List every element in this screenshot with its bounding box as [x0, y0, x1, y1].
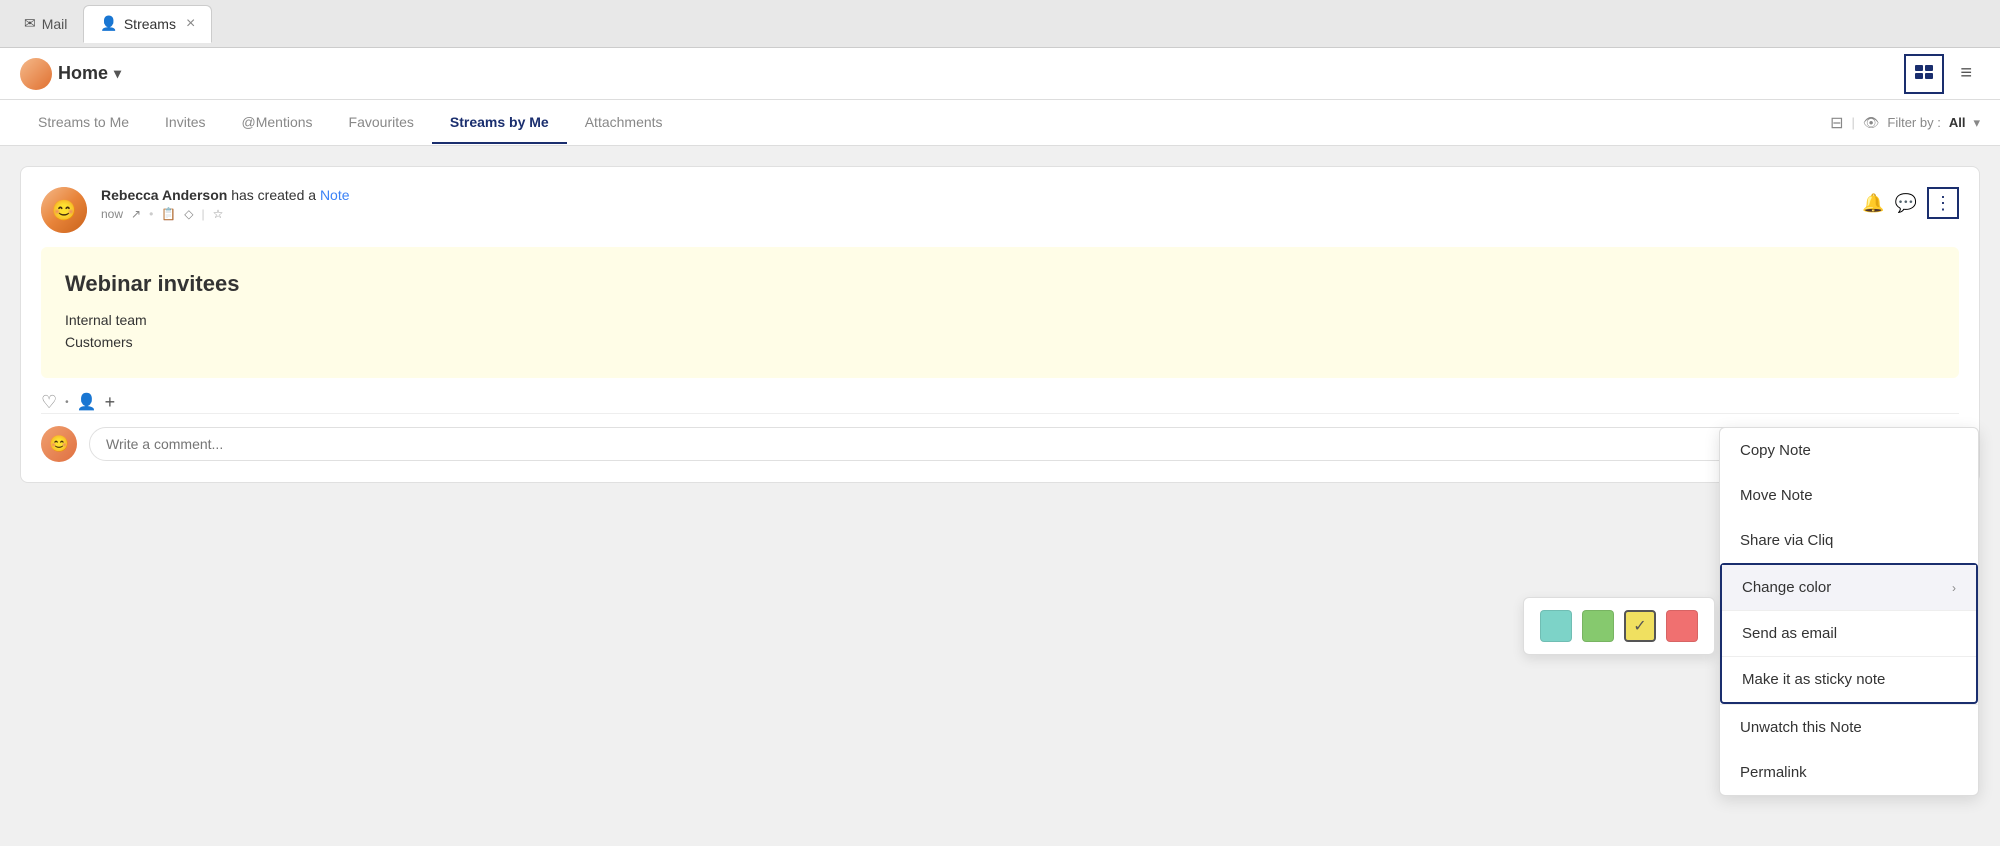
menu-item-permalink[interactable]: Permalink [1720, 750, 1978, 795]
note-body: Internal team Customers [65, 309, 1935, 354]
tab-streams-label: Streams [124, 16, 176, 32]
filter-icon[interactable]: ⊟ [1830, 113, 1843, 133]
menu-item-send-email[interactable]: Send as email [1722, 610, 1976, 656]
comment-input[interactable] [89, 427, 1959, 461]
tab-streams-to-me[interactable]: Streams to Me [20, 102, 147, 144]
menu-item-copy-note[interactable]: Copy Note [1720, 428, 1978, 473]
tab-mail-label: Mail [42, 16, 68, 32]
filter-label: Filter by : [1887, 115, 1940, 130]
time-label: now [101, 207, 123, 221]
filter-value[interactable]: All [1949, 115, 1966, 130]
checkmark-icon: ✓ [1633, 616, 1646, 636]
commenter-avatar: 😊 [41, 426, 77, 462]
color-swatch-yellow[interactable]: ✓ [1624, 610, 1656, 642]
color-picker-popup: ✓ [1523, 597, 1715, 655]
card-meta: now ↗ • 📋 ◇ | ☆ [101, 207, 1959, 221]
color-swatch-teal[interactable] [1540, 610, 1572, 642]
hamburger-menu-button[interactable]: ≡ [1952, 58, 1980, 89]
copy-note-label: Copy Note [1740, 442, 1811, 459]
avatar-image: 😊 [41, 187, 87, 233]
menu-item-change-color[interactable]: Change color › [1722, 565, 1976, 610]
highlighted-menu-section: Change color › Send as email Make it as … [1720, 563, 1978, 704]
menu-item-make-sticky[interactable]: Make it as sticky note [1722, 656, 1976, 702]
share-cliq-label: Share via Cliq [1740, 532, 1833, 549]
send-email-label: Send as email [1742, 625, 1837, 642]
menu-item-move-note[interactable]: Move Note [1720, 473, 1978, 518]
permalink-label: Permalink [1740, 764, 1807, 781]
card-header-info: Rebecca Anderson has created a Note now … [101, 187, 1959, 221]
tab-mentions[interactable]: @Mentions [224, 102, 331, 144]
note-title: Webinar invitees [65, 271, 1935, 297]
chat-icon[interactable]: 💬 [1895, 193, 1917, 214]
chevron-down-icon: ▾ [114, 65, 121, 82]
tab-mail[interactable]: ✉ Mail [8, 5, 83, 43]
context-menu: Copy Note Move Note Share via Cliq Chang… [1719, 427, 1979, 796]
watch-icon[interactable]: 👁 [1863, 115, 1880, 131]
unwatch-label: Unwatch this Note [1740, 719, 1862, 736]
filter-divider: | [1851, 115, 1854, 130]
note-link[interactable]: Note [320, 187, 350, 203]
streams-tab-icon: 👤 [100, 15, 117, 32]
document-icon[interactable]: 📋 [161, 207, 176, 221]
tab-attachments[interactable]: Attachments [567, 102, 681, 144]
card-header: 😊 Rebecca Anderson has created a Note no… [41, 187, 1959, 233]
change-color-chevron-icon: › [1952, 581, 1956, 595]
heart-icon[interactable]: ♡ [41, 392, 57, 413]
external-link-icon[interactable]: ↗ [131, 207, 141, 221]
home-title[interactable]: Home [58, 63, 108, 84]
make-sticky-label: Make it as sticky note [1742, 671, 1885, 688]
author-name: Rebecca Anderson [101, 187, 227, 203]
mail-icon: ✉ [24, 15, 36, 32]
comment-area: 😊 [41, 413, 1959, 462]
color-swatch-green[interactable] [1582, 610, 1614, 642]
tab-invites[interactable]: Invites [147, 102, 223, 144]
menu-item-share-cliq[interactable]: Share via Cliq [1720, 518, 1978, 563]
header-left: Home ▾ [20, 58, 121, 90]
tab-streams[interactable]: 👤 Streams × [83, 5, 212, 43]
avatar: 😊 [41, 187, 87, 233]
nav-tabs-right: ⊟ | 👁 Filter by : All ▾ [1830, 113, 1980, 133]
meta-divider: • [149, 207, 153, 221]
tab-favourites[interactable]: Favourites [331, 102, 432, 144]
star-icon[interactable]: ☆ [213, 207, 224, 221]
grid-view-button[interactable] [1904, 54, 1944, 94]
person-add-icon[interactable]: 👤 [77, 392, 97, 412]
card-actions-right: 🔔 💬 ⋮ [1862, 187, 1959, 219]
close-tab-button[interactable]: × [186, 15, 195, 33]
add-icon[interactable]: + [105, 392, 116, 413]
tab-streams-by-me[interactable]: Streams by Me [432, 102, 567, 144]
tag-icon[interactable]: ◇ [184, 207, 193, 221]
change-color-label: Change color [1742, 579, 1831, 596]
header: Home ▾ ≡ [0, 48, 2000, 100]
note-line-2: Customers [65, 331, 1935, 353]
nav-tabs: Streams to Me Invites @Mentions Favourit… [0, 100, 2000, 146]
menu-item-unwatch[interactable]: Unwatch this Note [1720, 704, 1978, 750]
dot-sep: • [65, 397, 69, 408]
reaction-bar: ♡ • 👤 + [41, 392, 1959, 413]
move-note-label: Move Note [1740, 487, 1813, 504]
note-line-1: Internal team [65, 309, 1935, 331]
note-content: Webinar invitees Internal team Customers [41, 247, 1959, 378]
filter-chevron-icon: ▾ [1973, 115, 1980, 131]
color-swatch-red[interactable] [1666, 610, 1698, 642]
alarm-icon[interactable]: 🔔 [1862, 193, 1884, 214]
stream-card: 😊 Rebecca Anderson has created a Note no… [20, 166, 1980, 483]
meta-divider2: | [201, 207, 204, 221]
action-text: has created a [231, 187, 320, 203]
nav-tabs-left: Streams to Me Invites @Mentions Favourit… [20, 102, 681, 144]
card-title: Rebecca Anderson has created a Note [101, 187, 1959, 203]
main-content: 😊 Rebecca Anderson has created a Note no… [0, 146, 2000, 846]
more-options-button[interactable]: ⋮ [1927, 187, 1959, 219]
header-right: ≡ [1904, 54, 1980, 94]
avatar-small [20, 58, 52, 90]
tab-bar: ✉ Mail 👤 Streams × [0, 0, 2000, 48]
